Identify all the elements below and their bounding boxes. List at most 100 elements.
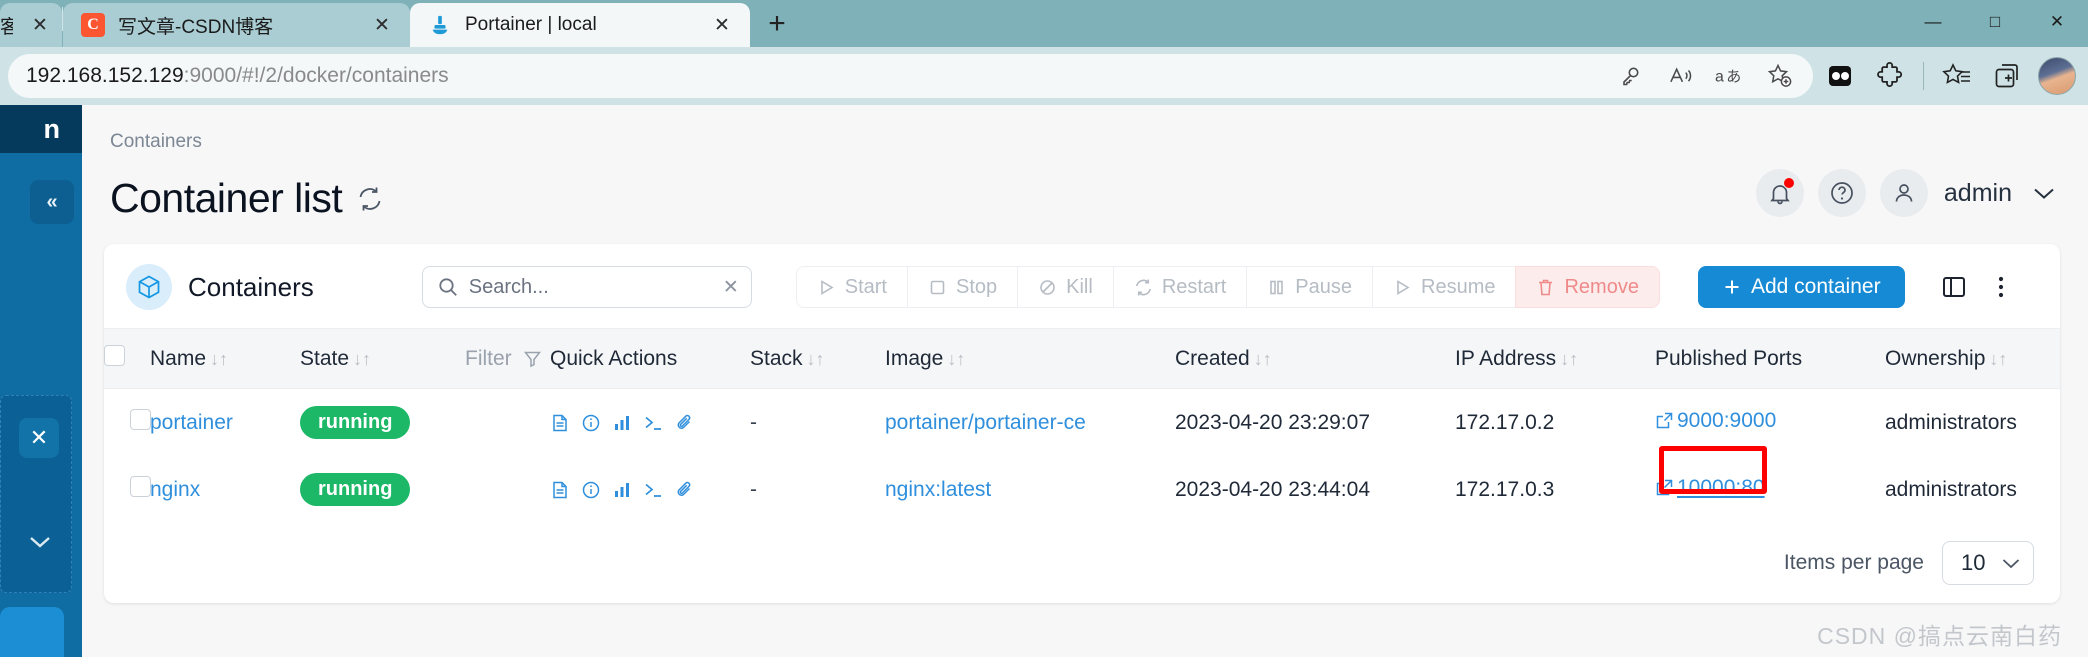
- cell-published-ports: 10000:80: [1655, 446, 1885, 523]
- url-host: 192.168.152.129: [26, 64, 184, 87]
- close-icon[interactable]: ✕: [19, 418, 59, 458]
- column-header-ownership[interactable]: Ownership ↓↑: [1885, 329, 2060, 389]
- bulk-actions-group: Start Stop Kill Restart Pause Resume Rem…: [795, 266, 1660, 308]
- translate-icon[interactable]: aあ: [1707, 56, 1753, 96]
- chevron-down-icon[interactable]: [27, 534, 53, 550]
- row-checkbox[interactable]: [130, 476, 151, 497]
- chevron-down-icon: [2001, 557, 2021, 570]
- button-label: Stop: [955, 275, 998, 298]
- items-per-page-select[interactable]: 10: [1942, 541, 2034, 585]
- split-screen-icon[interactable]: [1817, 56, 1863, 96]
- funnel-icon[interactable]: [518, 347, 542, 370]
- row-select-cell: [104, 456, 151, 523]
- notifications-button[interactable]: [1755, 169, 1804, 217]
- row-checkbox[interactable]: [130, 409, 151, 430]
- svg-text:a: a: [1715, 69, 1724, 86]
- sidebar-collapse-button[interactable]: «: [30, 180, 74, 224]
- table-row[interactable]: nginx running - nginx:latest 2023-04-20 …: [104, 446, 2060, 523]
- favorites-icon[interactable]: [1934, 56, 1980, 96]
- column-header-name[interactable]: Name ↓↑: [150, 329, 300, 389]
- close-icon[interactable]: ✕: [708, 11, 736, 39]
- page-title: Container list: [110, 175, 343, 221]
- chevron-down-icon[interactable]: [2032, 186, 2056, 201]
- breadcrumb[interactable]: Containers: [110, 131, 2060, 153]
- main-content: Containers Container list admin Containe…: [82, 105, 2088, 657]
- column-header-image[interactable]: Image ↓↑: [885, 329, 1175, 389]
- browser-tab-csdn[interactable]: C 写文章-CSDN博客 ✕: [63, 3, 410, 47]
- add-container-button[interactable]: Add container: [1697, 266, 1905, 308]
- sidebar-panel: ✕: [0, 395, 72, 593]
- clear-search-icon[interactable]: ✕: [723, 276, 739, 299]
- image-link[interactable]: portainer/portainer-ce: [885, 411, 1086, 434]
- cell-ip-address: 172.17.0.3: [1455, 477, 1555, 501]
- pause-button[interactable]: Pause: [1246, 266, 1372, 308]
- window-controls: — □ ✕: [1902, 0, 2088, 44]
- search-input[interactable]: Search... ✕: [421, 266, 752, 308]
- username-label: admin: [1943, 178, 2012, 207]
- image-link[interactable]: nginx:latest: [885, 478, 991, 501]
- minimize-button[interactable]: —: [1902, 0, 1964, 44]
- column-header-stack[interactable]: Stack ↓↑: [750, 329, 885, 389]
- search-placeholder: Search...: [468, 275, 549, 298]
- row-select-cell: [104, 389, 151, 457]
- browser-tab-portainer[interactable]: Portainer | local ✕: [410, 3, 750, 47]
- close-window-button[interactable]: ✕: [2026, 0, 2088, 44]
- extensions-icon[interactable]: [1867, 56, 1913, 96]
- cell-filter: [465, 389, 550, 457]
- browser-tab-partial[interactable]: 客 ✕: [0, 3, 62, 47]
- published-port-link[interactable]: 10000:80: [1655, 476, 1765, 500]
- container-name-link[interactable]: nginx: [150, 478, 200, 501]
- container-name-link[interactable]: portainer: [150, 411, 233, 434]
- collections-icon[interactable]: [1984, 56, 2030, 96]
- url-input[interactable]: 192.168.152.129:9000/#!/2/docker/contain…: [8, 54, 1813, 98]
- logs-icon[interactable]: [550, 413, 570, 433]
- tab-title: 写文章-CSDN博客: [118, 16, 274, 38]
- columns-layout-icon[interactable]: [1941, 274, 1967, 300]
- url-path: :9000/#!/2/docker/containers: [183, 64, 449, 87]
- browser-window: 客 ✕ C 写文章-CSDN博客 ✕ Portainer | local ✕ +…: [0, 0, 2088, 657]
- column-header-created[interactable]: Created ↓↑: [1175, 329, 1455, 389]
- user-avatar-button[interactable]: [1879, 169, 1928, 217]
- start-button[interactable]: Start: [795, 266, 907, 308]
- select-all-checkbox[interactable]: [104, 345, 125, 366]
- cube-icon: [126, 264, 172, 310]
- new-tab-button[interactable]: +: [756, 3, 798, 45]
- remove-button[interactable]: Remove: [1515, 266, 1660, 308]
- stats-chart-icon[interactable]: [612, 480, 632, 500]
- cell-ip-address: 172.17.0.2: [1455, 410, 1555, 434]
- cell-name: nginx: [150, 456, 300, 523]
- cell-published-ports: 9000:9000: [1655, 389, 1885, 457]
- kebab-menu-icon[interactable]: [1997, 274, 2005, 300]
- console-icon[interactable]: [643, 413, 664, 433]
- table-row[interactable]: portainer running - portainer/portainer-…: [104, 389, 2060, 457]
- column-header-published-ports: Published Ports: [1655, 329, 1885, 389]
- button-label: Start: [844, 275, 887, 298]
- restart-button[interactable]: Restart: [1112, 266, 1247, 308]
- cell-ownership: administrators: [1885, 410, 2017, 434]
- stats-chart-icon[interactable]: [612, 413, 632, 433]
- column-header-state[interactable]: State ↓↑: [300, 329, 465, 389]
- kill-button[interactable]: Kill: [1017, 266, 1113, 308]
- read-aloud-icon[interactable]: [1657, 56, 1703, 96]
- resume-button[interactable]: Resume: [1372, 266, 1516, 308]
- stop-button[interactable]: Stop: [906, 266, 1018, 308]
- cell-state: running: [300, 456, 465, 523]
- refresh-icon[interactable]: [356, 185, 384, 213]
- profile-avatar[interactable]: [2034, 56, 2080, 96]
- cell-stack: -: [750, 477, 757, 501]
- add-favorite-icon[interactable]: [1757, 56, 1803, 96]
- attach-icon[interactable]: [675, 413, 695, 433]
- logs-icon[interactable]: [550, 480, 570, 500]
- inspect-info-icon[interactable]: [581, 480, 601, 500]
- close-icon[interactable]: ✕: [368, 11, 396, 39]
- help-button[interactable]: [1817, 169, 1866, 217]
- close-icon[interactable]: ✕: [26, 11, 54, 39]
- published-port-link[interactable]: 9000:9000: [1655, 409, 1776, 433]
- maximize-button[interactable]: □: [1964, 0, 2026, 44]
- column-header-ip-address[interactable]: IP Address ↓↑: [1455, 329, 1655, 389]
- console-icon[interactable]: [643, 480, 664, 500]
- key-icon[interactable]: [1607, 56, 1653, 96]
- column-header-filter[interactable]: Filter: [465, 329, 550, 389]
- inspect-info-icon[interactable]: [581, 413, 601, 433]
- attach-icon[interactable]: [675, 480, 695, 500]
